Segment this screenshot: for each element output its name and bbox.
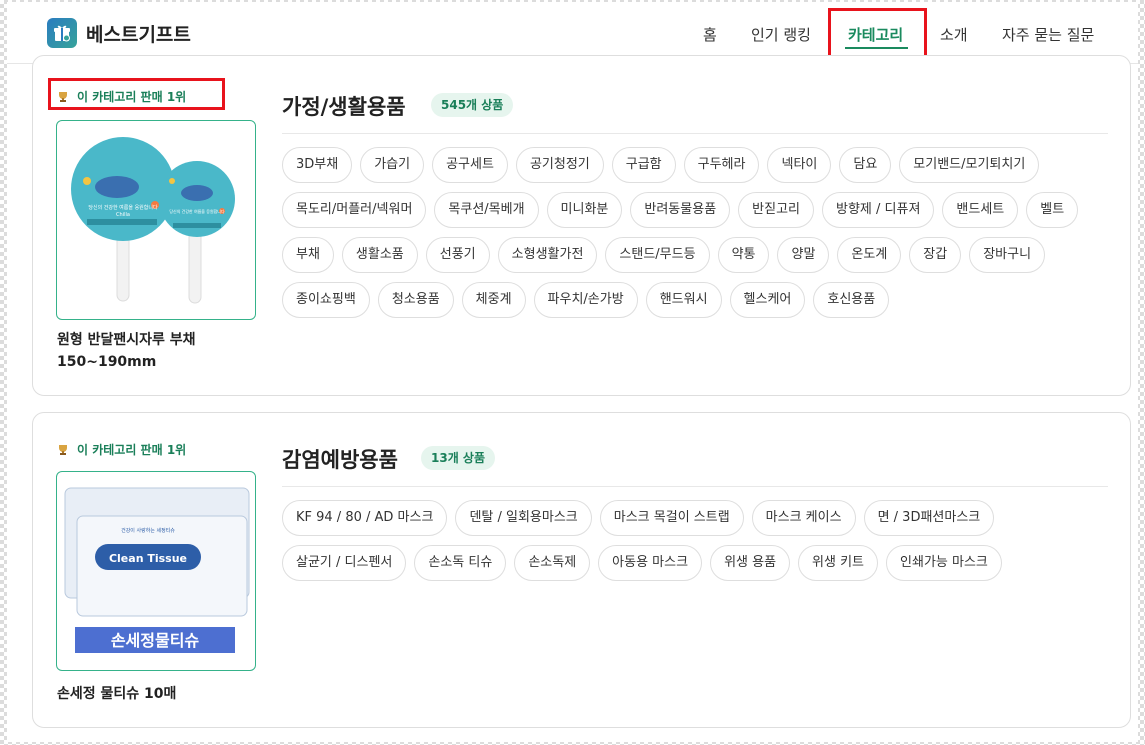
category-card: 이 카테고리 판매 1위 당신의 건강한 여름을 응원합니다 당신의 건강한 여… <box>32 55 1131 396</box>
svg-text:당신의 건강한 여름을 응원합니다: 당신의 건강한 여름을 응원합니다 <box>88 204 158 211</box>
best-product-name[interactable]: 손세정 물티슈 10매 <box>57 683 176 705</box>
nav-home[interactable]: 홈 <box>703 24 717 45</box>
subcategory-tag[interactable]: 밴드세트 <box>942 192 1019 228</box>
subcategory-tag[interactable]: 살균기 / 디스펜서 <box>282 545 407 581</box>
subcategory-tag[interactable]: 면 / 3D패션마스크 <box>863 500 995 536</box>
subcategory-tag[interactable]: 약통 <box>717 237 770 273</box>
round-fan-image[interactable]: 당신의 건강한 여름을 응원합니다 당신의 건강한 여름을 응원합니다 Chil… <box>56 120 256 320</box>
subcategory-tag[interactable]: 위생 용품 <box>710 545 791 581</box>
product-count-badge: 13개 상품 <box>421 446 495 470</box>
subcategory-tag[interactable]: 청소용품 <box>377 282 454 318</box>
subcategory-tag[interactable]: 미니화분 <box>546 192 623 228</box>
subcategory-tag[interactable]: 위생 키트 <box>798 545 879 581</box>
subcategory-tag[interactable]: 아동용 마스크 <box>598 545 703 581</box>
svg-text:당신의 건강한 여름을 응원합니다: 당신의 건강한 여름을 응원합니다 <box>169 208 225 214</box>
top-seller-text: 이 카테고리 판매 1위 <box>77 443 187 457</box>
best-product-name[interactable]: 원형 반달팬시자루 부채 150~190mm <box>57 329 196 373</box>
subcategory-tag[interactable]: 3D부채 <box>282 147 353 183</box>
subcategory-tag[interactable]: 모기밴드/모기퇴치기 <box>899 147 1040 183</box>
subcategory-tag[interactable]: 넥타이 <box>767 147 832 183</box>
subcategory-tag[interactable]: 목쿠션/목베개 <box>434 192 539 228</box>
subcategory-tag[interactable]: 스탠드/무드등 <box>605 237 710 273</box>
subcategory-tag[interactable]: 소형생활가전 <box>497 237 598 273</box>
product-count-badge: 545개 상품 <box>431 93 514 117</box>
page: 베스트기프트 홈 인기 랭킹 카테고리 소개 자주 묻는 질문 이 카테고리 판… <box>7 2 1138 742</box>
category-card: 이 카테고리 판매 1위 Clean Tissue 건강이 사랑하는 세정티슈 … <box>32 412 1131 728</box>
subcategory-tag[interactable]: 양말 <box>777 237 830 273</box>
subcategory-tag[interactable]: 호신용품 <box>813 282 890 318</box>
subcategory-tag[interactable]: 덴탈 / 일회용마스크 <box>455 500 592 536</box>
subcategory-tag[interactable]: 손소독제 <box>514 545 591 581</box>
subcategory-tag[interactable]: 체중계 <box>461 282 526 318</box>
subcategory-list: KF 94 / 80 / AD 마스크 덴탈 / 일회용마스크 마스크 목걸이 스트… <box>282 500 1112 581</box>
subcategory-tag[interactable]: 선풍기 <box>425 237 490 273</box>
subcategory-tag[interactable]: 마스크 케이스 <box>751 500 856 536</box>
category-title[interactable]: 감염예방용품 <box>282 444 398 474</box>
nav-faq[interactable]: 자주 묻는 질문 <box>1002 24 1094 45</box>
subcategory-tag[interactable]: 온도계 <box>837 237 902 273</box>
subcategory-tag[interactable]: 장갑 <box>909 237 962 273</box>
svg-text:손세정물티슈: 손세정물티슈 <box>111 631 200 650</box>
nav-about[interactable]: 소개 <box>940 24 968 45</box>
svg-text:Clean Tissue: Clean Tissue <box>109 552 187 565</box>
subcategory-tag[interactable]: 파우치/손가방 <box>533 282 638 318</box>
subcategory-tag[interactable]: 장바구니 <box>969 237 1046 273</box>
subcategory-tag[interactable]: 가습기 <box>360 147 425 183</box>
subcategory-tag[interactable]: 마스크 목걸이 스트랩 <box>599 500 744 536</box>
subcategory-tag[interactable]: 헬스케어 <box>729 282 806 318</box>
subcategory-tag[interactable]: 공구세트 <box>432 147 508 183</box>
subcategory-tag[interactable]: 인쇄가능 마스크 <box>886 545 1002 581</box>
svg-text:건강이 사랑하는 세정티슈: 건강이 사랑하는 세정티슈 <box>121 527 175 534</box>
subcategory-tag[interactable]: 반려동물용품 <box>630 192 731 228</box>
logo[interactable]: 베스트기프트 <box>47 18 191 48</box>
subcategory-tag[interactable]: 구두헤라 <box>683 147 760 183</box>
category-highlight-box <box>828 8 927 60</box>
subcategory-tag[interactable]: 핸드워시 <box>645 282 722 318</box>
subcategory-tag[interactable]: 종이쇼핑백 <box>282 282 370 318</box>
wet-tissue-image[interactable]: Clean Tissue 건강이 사랑하는 세정티슈 손세정물티슈 <box>56 471 256 671</box>
badge-highlight-box <box>48 78 225 110</box>
subcategory-tag[interactable]: 구급함 <box>611 147 676 183</box>
subcategory-tag[interactable]: 손소독 티슈 <box>414 545 507 581</box>
subcategory-tag[interactable]: 생활소품 <box>341 237 418 273</box>
brand-name: 베스트기프트 <box>86 23 191 46</box>
subcategory-tag[interactable]: 부채 <box>282 237 334 273</box>
gift-icon <box>47 18 77 48</box>
subcategory-tag[interactable]: 방향제 / 디퓨져 <box>822 192 935 228</box>
subcategory-tag[interactable]: 담요 <box>839 147 892 183</box>
top-seller-badge: 이 카테고리 판매 1위 <box>57 441 186 458</box>
category-title[interactable]: 가정/생활용품 <box>282 91 406 121</box>
subcategory-tag[interactable]: 공기청정기 <box>515 147 604 183</box>
subcategory-list: 3D부채 가습기 공구세트 공기청정기 구급함 구두헤라 넥타이 담요 모기밴드/모기퇴치기목도… <box>282 147 1112 318</box>
subcategory-tag[interactable]: 벨트 <box>1026 192 1079 228</box>
trophy-icon <box>59 444 67 455</box>
svg-text:Chilla: Chilla <box>116 212 130 218</box>
divider <box>282 486 1108 487</box>
nav-popular-ranking[interactable]: 인기 랭킹 <box>751 24 811 45</box>
divider <box>282 133 1108 134</box>
subcategory-tag[interactable]: KF 94 / 80 / AD 마스크 <box>282 500 448 536</box>
subcategory-tag[interactable]: 반짇고리 <box>738 192 814 228</box>
subcategory-tag[interactable]: 목도리/머플러/넥워머 <box>282 192 427 228</box>
